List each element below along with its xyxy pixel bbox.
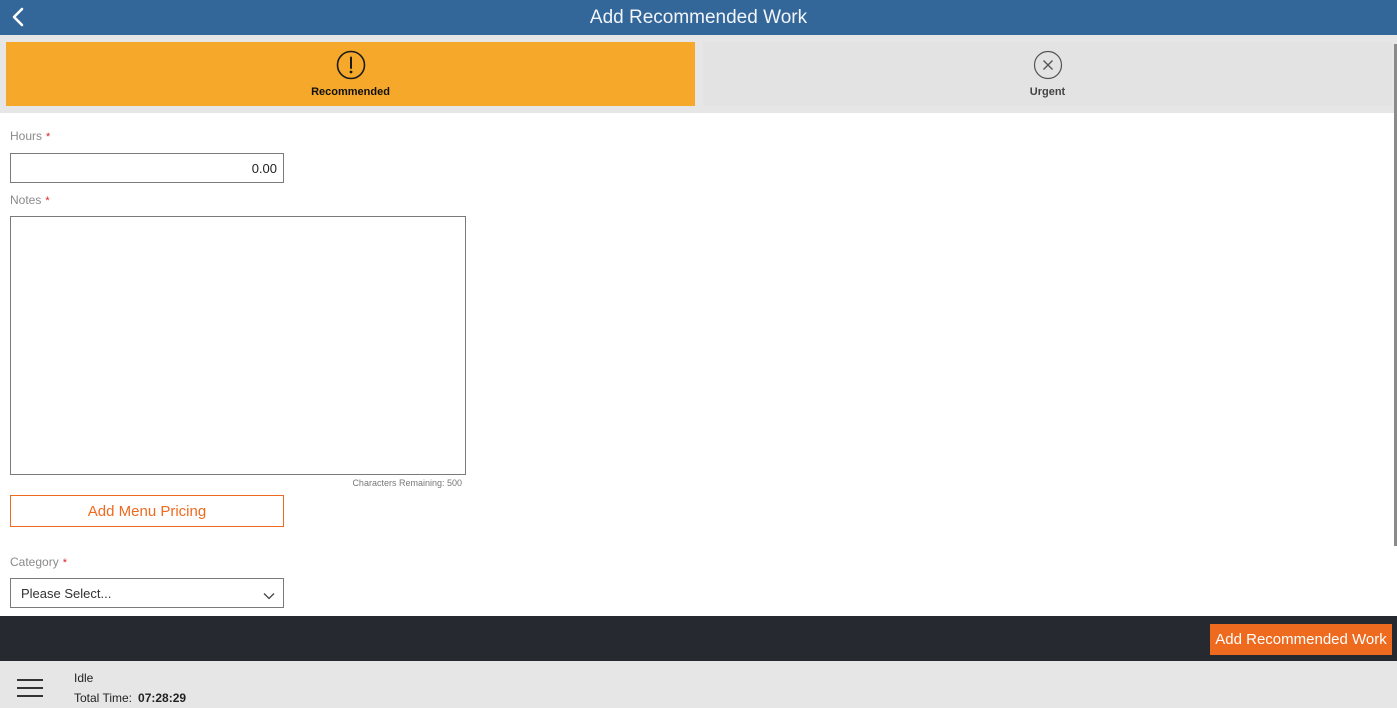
notes-label-text: Notes: [10, 193, 42, 207]
add-recommended-work-button[interactable]: Add Recommended Work: [1210, 624, 1392, 655]
hamburger-menu-icon[interactable]: [16, 677, 44, 699]
priority-urgent-label: Urgent: [1029, 86, 1066, 98]
chevron-down-icon: [263, 588, 275, 600]
priority-recommended-label: Recommended: [311, 86, 390, 98]
required-marker: *: [62, 557, 67, 569]
status-bar: Idle Total Time: 07:28:29: [0, 661, 1397, 708]
action-bar: [0, 616, 1397, 661]
notes-field-label: Notes *: [10, 193, 50, 207]
exclamation-circle-icon: [336, 50, 366, 80]
total-time-label: Total Time:: [74, 691, 133, 705]
priority-selector: Recommended Urgent: [0, 35, 1397, 113]
priority-recommended-option[interactable]: Recommended: [6, 42, 695, 106]
priority-urgent-option[interactable]: Urgent: [703, 42, 1392, 106]
page-title: Add Recommended Work: [589, 7, 808, 28]
category-label-text: Category: [10, 555, 59, 569]
category-select[interactable]: Please Select...: [10, 578, 284, 608]
total-time-value: 07:28:29: [138, 691, 187, 705]
total-time: Total Time: 07:28:29: [74, 691, 186, 705]
category-field-label: Category *: [10, 555, 67, 569]
hours-label-text: Hours: [10, 129, 43, 143]
notes-textarea[interactable]: [10, 216, 466, 475]
status-state: Idle: [74, 671, 94, 685]
characters-remaining: Characters Remaining: 500: [352, 478, 462, 488]
category-selected-value: Please Select...: [21, 586, 112, 601]
required-marker: *: [46, 131, 51, 143]
required-marker: *: [45, 195, 50, 207]
add-menu-pricing-button[interactable]: Add Menu Pricing: [10, 495, 284, 527]
x-circle-icon: [1033, 50, 1063, 80]
hours-field-label: Hours *: [10, 129, 50, 143]
title-bar: Add Recommended Work: [0, 0, 1397, 35]
hours-input[interactable]: [10, 153, 284, 183]
